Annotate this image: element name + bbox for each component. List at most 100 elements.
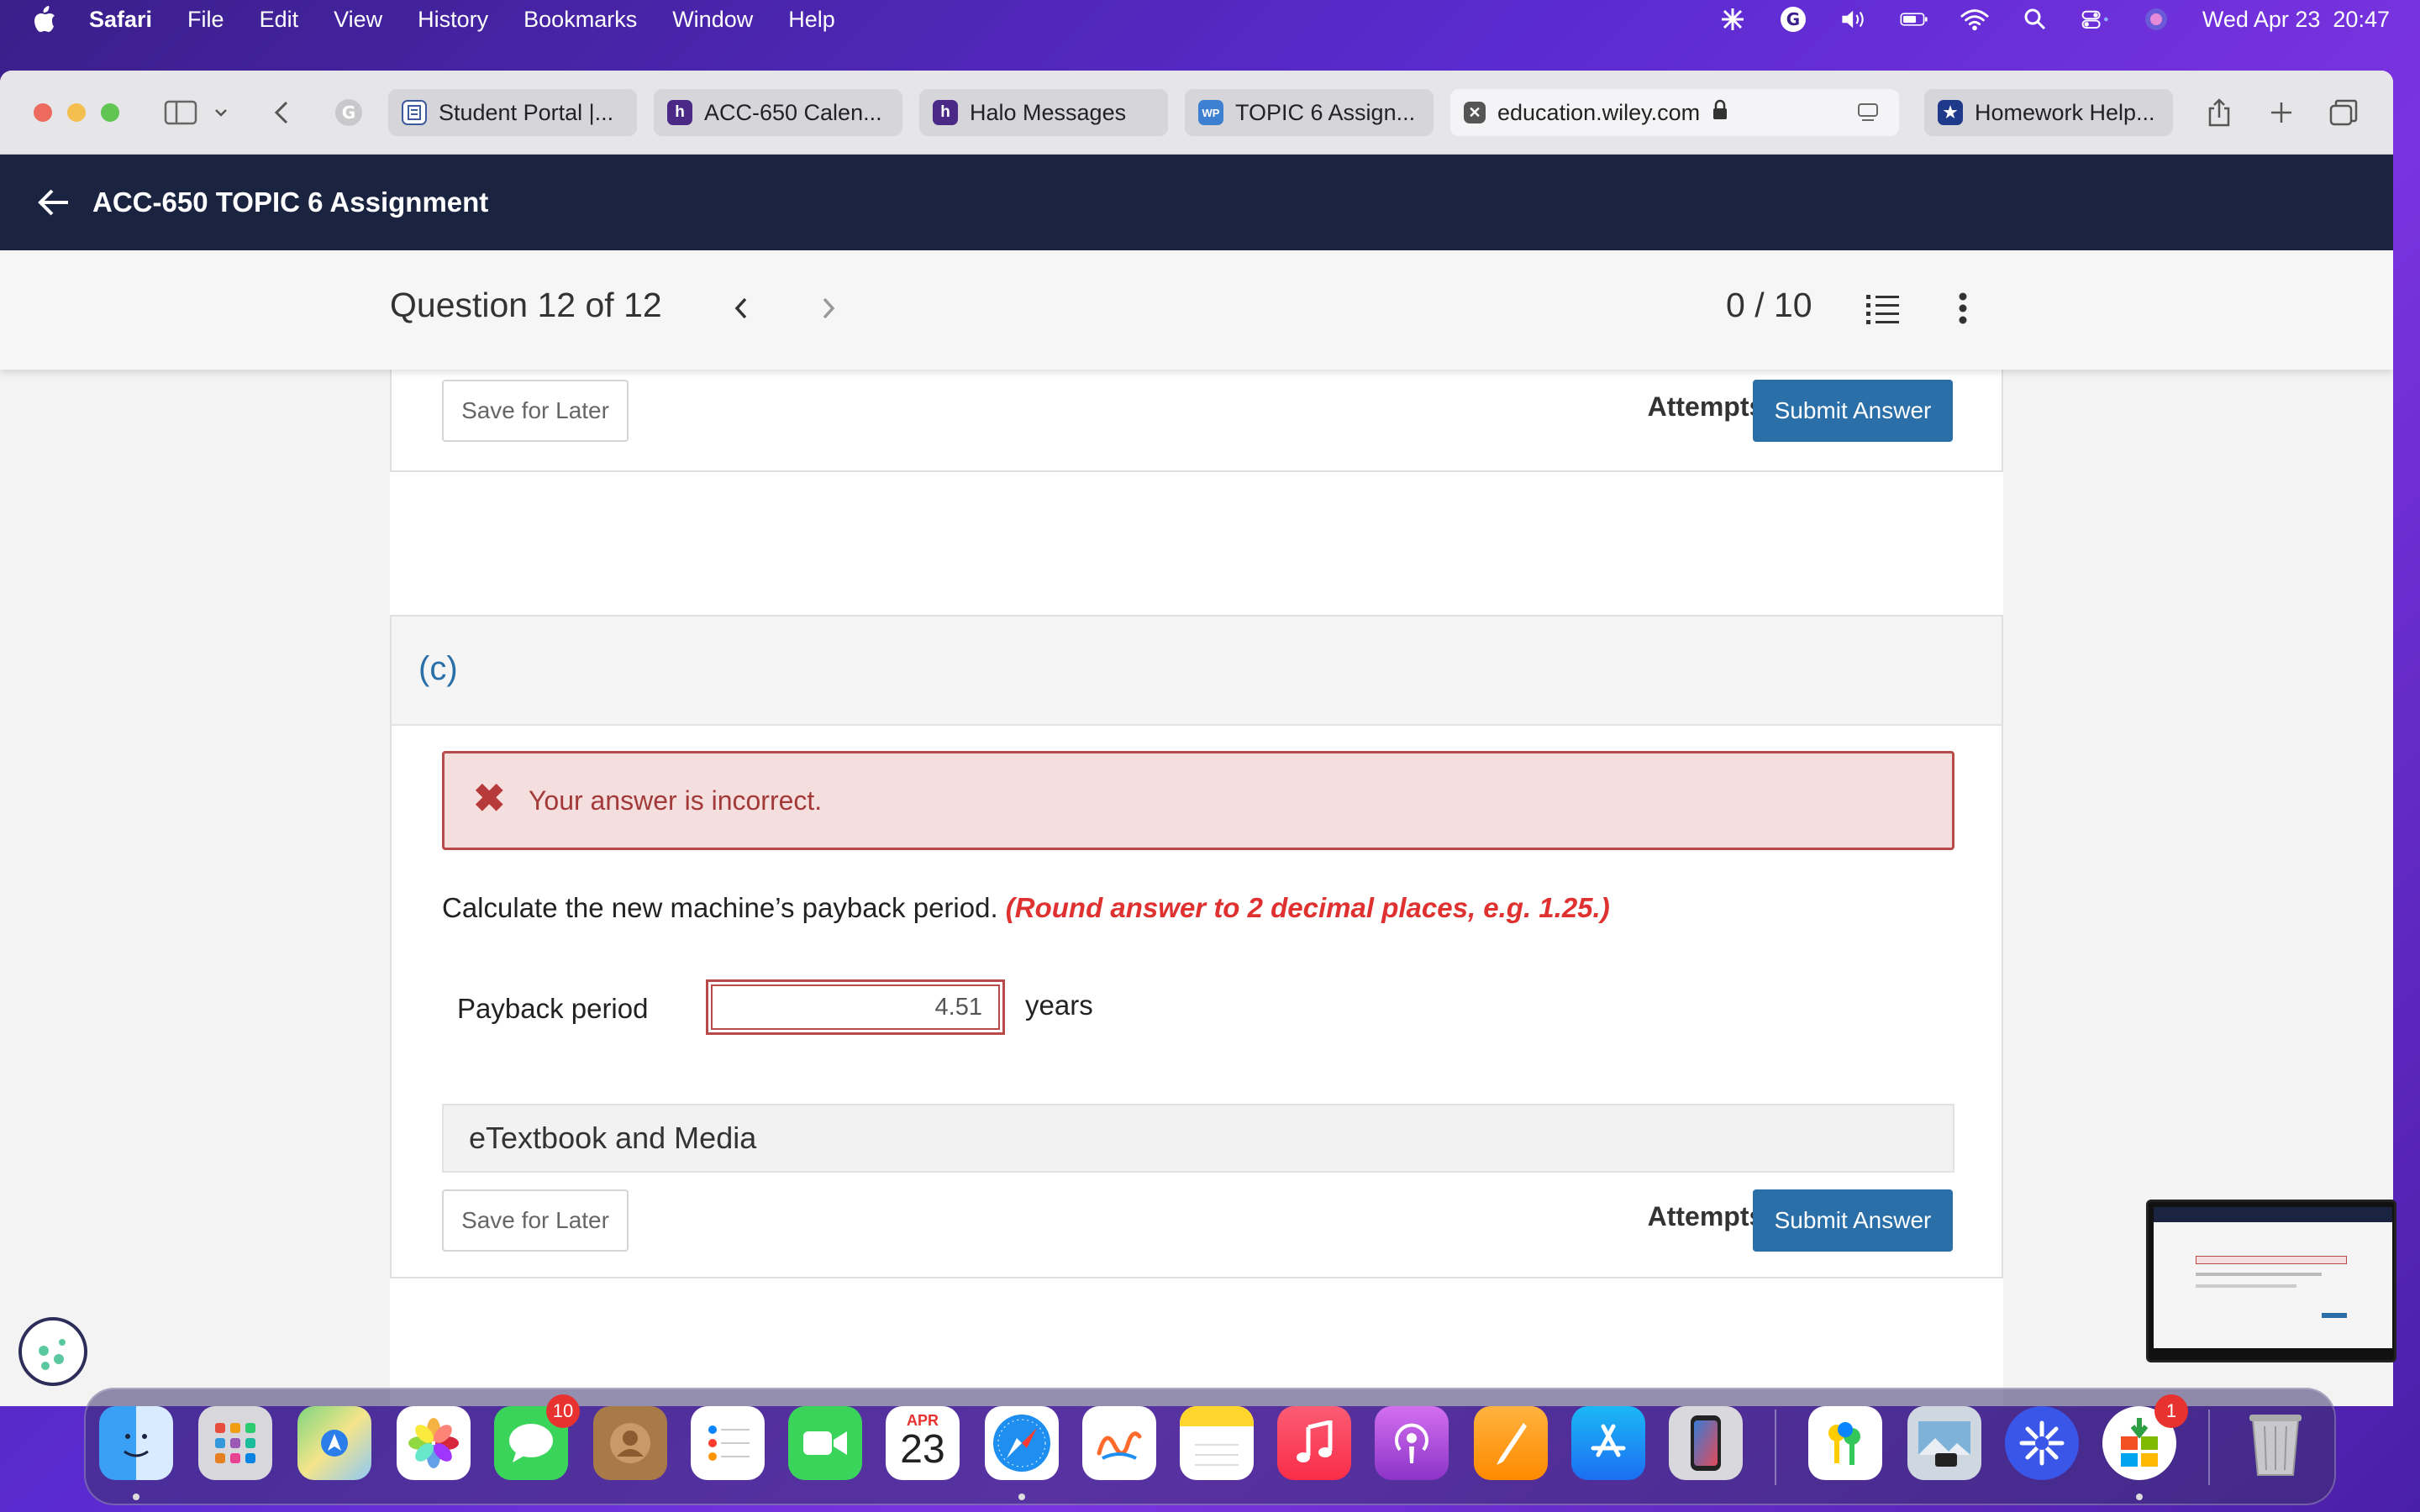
tab-halo-messages[interactable]: h Halo Messages xyxy=(919,89,1168,136)
freeform-icon[interactable] xyxy=(1082,1406,1156,1480)
menu-window[interactable]: Window xyxy=(672,7,753,33)
reader-icon[interactable] xyxy=(1855,100,1881,131)
notes-icon[interactable] xyxy=(1180,1406,1254,1480)
music-icon[interactable] xyxy=(1277,1406,1351,1480)
calendar-icon[interactable]: APR 23 xyxy=(886,1406,960,1480)
preview-icon[interactable] xyxy=(1907,1406,1981,1480)
payback-period-label: Payback period xyxy=(457,993,649,1024)
app-store-icon[interactable] xyxy=(1571,1406,1645,1480)
dock-divider xyxy=(2208,1410,2210,1485)
submit-answer-button[interactable]: Submit Answer xyxy=(1753,380,1953,442)
tab-topic6-assignment[interactable]: WP TOPIC 6 Assign... xyxy=(1185,89,1434,136)
question-score: 0 / 10 xyxy=(1726,286,1812,324)
more-options-icon[interactable] xyxy=(1944,287,1981,329)
grammarly-extension-icon[interactable]: G xyxy=(333,97,365,128)
lock-icon xyxy=(1712,99,1728,127)
tab-homework-help[interactable]: ★ Homework Help... xyxy=(1924,89,2173,136)
menu-file[interactable]: File xyxy=(187,7,224,33)
wifi-icon[interactable] xyxy=(1960,7,1989,32)
sidebar-toggle-icon[interactable] xyxy=(163,97,198,128)
payback-period-input[interactable]: 4.51 xyxy=(706,979,1005,1035)
question-counter: Question 12 of 12 xyxy=(390,286,662,324)
question-prompt: Calculate the new machine’s payback peri… xyxy=(442,892,998,923)
pages-icon[interactable] xyxy=(1474,1406,1548,1480)
svg-text:G: G xyxy=(1786,9,1800,29)
passwords-icon[interactable] xyxy=(1808,1406,1882,1480)
tab-education-wiley-address[interactable]: ✕ education.wiley.com xyxy=(1450,89,1899,136)
assignment-header: ACC-650 TOPIC 6 Assignment xyxy=(0,155,2393,250)
payback-unit: years xyxy=(1025,990,1093,1021)
podcasts-icon[interactable] xyxy=(1375,1406,1449,1480)
perplexity-app-icon[interactable] xyxy=(2005,1406,2079,1480)
next-question-icon[interactable] xyxy=(810,287,847,329)
tab-student-portal[interactable]: Student Portal |... xyxy=(388,89,637,136)
question-list-icon[interactable] xyxy=(1862,287,1902,329)
share-icon[interactable] xyxy=(2203,97,2235,128)
back-icon[interactable] xyxy=(266,97,297,128)
chevron-down-icon[interactable] xyxy=(212,97,230,128)
contacts-icon[interactable] xyxy=(593,1406,667,1480)
menu-bookmarks[interactable]: Bookmarks xyxy=(523,7,637,33)
control-center-icon[interactable] xyxy=(2081,7,2110,32)
cookie-preferences-icon[interactable] xyxy=(18,1317,87,1386)
url-text[interactable]: education.wiley.com xyxy=(1497,100,1700,126)
browser-toolbar: G Student Portal |... h ACC-650 Calen...… xyxy=(0,71,2393,155)
assignment-title: ACC-650 TOPIC 6 Assignment xyxy=(92,186,489,218)
screenshot-thumbnail-preview[interactable] xyxy=(2146,1200,2396,1362)
launchpad-icon[interactable] xyxy=(198,1406,272,1480)
battery-icon[interactable] xyxy=(1900,7,1928,32)
grammarly-icon[interactable]: G xyxy=(1779,7,1807,32)
spotlight-search-icon[interactable] xyxy=(2021,7,2049,32)
part-label: (c) xyxy=(418,650,458,687)
installer-icon[interactable]: 1 xyxy=(2102,1394,2188,1480)
menu-help[interactable]: Help xyxy=(788,7,835,33)
save-for-later-button[interactable]: Save for Later xyxy=(442,1189,629,1252)
running-indicator xyxy=(1018,1494,1025,1500)
trash-icon[interactable] xyxy=(2238,1406,2312,1480)
facetime-icon[interactable] xyxy=(788,1406,862,1480)
calendar-day: 23 xyxy=(900,1426,945,1472)
halo-h-icon: h xyxy=(667,100,692,125)
menu-edit[interactable]: Edit xyxy=(260,7,299,33)
close-tab-icon[interactable]: ✕ xyxy=(1464,102,1486,123)
menu-app-safari[interactable]: Safari xyxy=(89,7,152,33)
safari-window: G Student Portal |... h ACC-650 Calen...… xyxy=(0,71,2393,1406)
star-shield-icon: ★ xyxy=(1938,100,1963,125)
safari-icon[interactable] xyxy=(985,1406,1059,1480)
tab-overview-icon[interactable] xyxy=(2328,97,2360,128)
etextbook-media-panel[interactable]: eTextbook and Media xyxy=(442,1104,1954,1173)
running-indicator xyxy=(2136,1494,2143,1500)
close-window-button[interactable] xyxy=(34,103,52,122)
menubar-clock[interactable]: Wed Apr 23 20:47 xyxy=(2202,7,2390,33)
tab-label: TOPIC 6 Assign... xyxy=(1235,99,1416,125)
menu-view[interactable]: View xyxy=(334,7,382,33)
tab-acc650-calendar[interactable]: h ACC-650 Calen... xyxy=(654,89,902,136)
macos-dock: 10 APR 23 1 xyxy=(84,1388,2336,1505)
installer-badge: 1 xyxy=(2154,1394,2188,1428)
portal-icon xyxy=(402,100,427,125)
messages-unread-badge: 10 xyxy=(546,1394,580,1428)
photos-icon[interactable] xyxy=(397,1406,471,1480)
maps-icon[interactable] xyxy=(297,1406,371,1480)
messages-icon[interactable]: 10 xyxy=(494,1394,580,1480)
reminders-icon[interactable] xyxy=(691,1406,765,1480)
submit-answer-button[interactable]: Submit Answer xyxy=(1753,1189,1953,1252)
tab-label: Homework Help... xyxy=(1975,99,2155,125)
menu-history[interactable]: History xyxy=(418,7,488,33)
apple-logo-icon[interactable] xyxy=(32,5,57,34)
previous-question-icon[interactable] xyxy=(723,287,760,329)
tab-label: ACC-650 Calen... xyxy=(704,99,882,125)
finder-icon[interactable] xyxy=(99,1406,173,1480)
volume-icon[interactable] xyxy=(1839,7,1868,32)
incorrect-feedback-banner: ✖ Your answer is incorrect. xyxy=(442,751,1954,850)
save-for-later-button[interactable]: Save for Later xyxy=(442,380,629,442)
perplexity-icon[interactable] xyxy=(1718,7,1747,32)
siri-icon[interactable] xyxy=(2142,7,2170,32)
back-arrow-icon[interactable] xyxy=(35,184,72,221)
dock-divider xyxy=(1775,1410,1776,1485)
minimize-window-button[interactable] xyxy=(67,103,86,122)
iphone-mirroring-icon[interactable] xyxy=(1669,1406,1743,1480)
part-c-card: (c) ✖ Your answer is incorrect. Calculat… xyxy=(390,615,2003,1278)
new-tab-icon[interactable] xyxy=(2265,97,2297,128)
zoom-window-button[interactable] xyxy=(101,103,119,122)
